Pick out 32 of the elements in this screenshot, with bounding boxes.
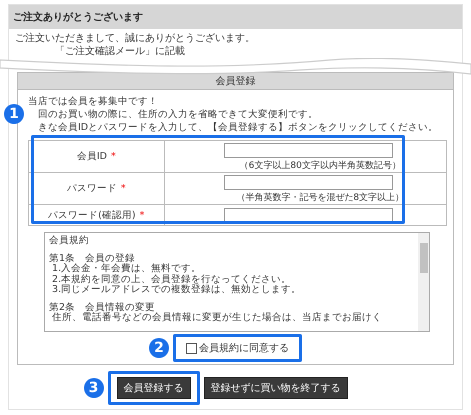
field-label: パスワード(確認用) <box>48 210 136 220</box>
terms-text: 第2条 会員情報の変更 <box>49 302 156 312</box>
message-text: ご注文いただきまして、誠にありがとうございます。 <box>15 32 255 45</box>
terms-text: 第1条 会員の登録 <box>49 254 136 264</box>
step-badge: 2 <box>149 338 169 358</box>
step-badge: 1 <box>4 104 24 124</box>
field-label: 会員ID <box>76 151 107 162</box>
scrollbar[interactable] <box>418 233 429 331</box>
input-field[interactable] <box>224 143 392 158</box>
input-field[interactable] <box>224 175 392 190</box>
register-button[interactable]: 会員登録する <box>116 377 190 399</box>
terms-textarea[interactable]: 会員規約 第1条 会員の登録 1.入会金・年会費は、無料です。 2.本規約を同意の上、会員登録を行なってください。 3.同じメールアドレスでの複数登録は、無効とします。 第2条 会員情報の変更 住所、電話番号などの会員情報に変更が生じた場合は、当店までお届けく <box>44 232 430 332</box>
terms-text: 会員規約 <box>49 236 89 246</box>
required-mark: * <box>120 183 126 194</box>
panel-title: 会員登録 <box>216 75 256 88</box>
required-mark: * <box>110 151 116 162</box>
terms-text: 住所、電話番号などの会員情報に変更が生じた場合は、当店までお届けく <box>51 313 382 324</box>
message-text: 「ご注文確認メール」に記載 <box>54 45 185 58</box>
step-badge: 3 <box>84 378 104 398</box>
agree-checkbox[interactable]: 会員規約に同意する <box>186 341 289 355</box>
intro-text: 回のお買い物の際に、住所の入力を省略できて大変便利です。 <box>37 108 318 121</box>
required-mark: * <box>140 210 144 220</box>
terms-text: 1.入会金・年会費は、無料です。 <box>51 264 202 274</box>
field-label: パスワード <box>66 183 117 194</box>
intro-text: 当店では会員を募集中です！ <box>28 95 158 108</box>
intro-text: きな会員IDとパスワードを入力して、【会員登録する】ボタンをクリックしてください。 <box>37 121 438 134</box>
terms-text: 2.本規約を同意の上、会員登録を行なってください。 <box>51 274 292 284</box>
field-hint: （6文字以上80文字以内半角英数記号） <box>238 160 402 172</box>
header-title: ご注文ありがとうございます <box>13 10 143 24</box>
field-hint: （半角英数字・記号を混ぜた8文字以上） <box>235 192 406 204</box>
finish-button[interactable]: 登録せずに買い物を終了する <box>204 377 348 399</box>
terms-text: 3.同じメールアドレスでの複数登録は、無効とします。 <box>51 285 302 296</box>
